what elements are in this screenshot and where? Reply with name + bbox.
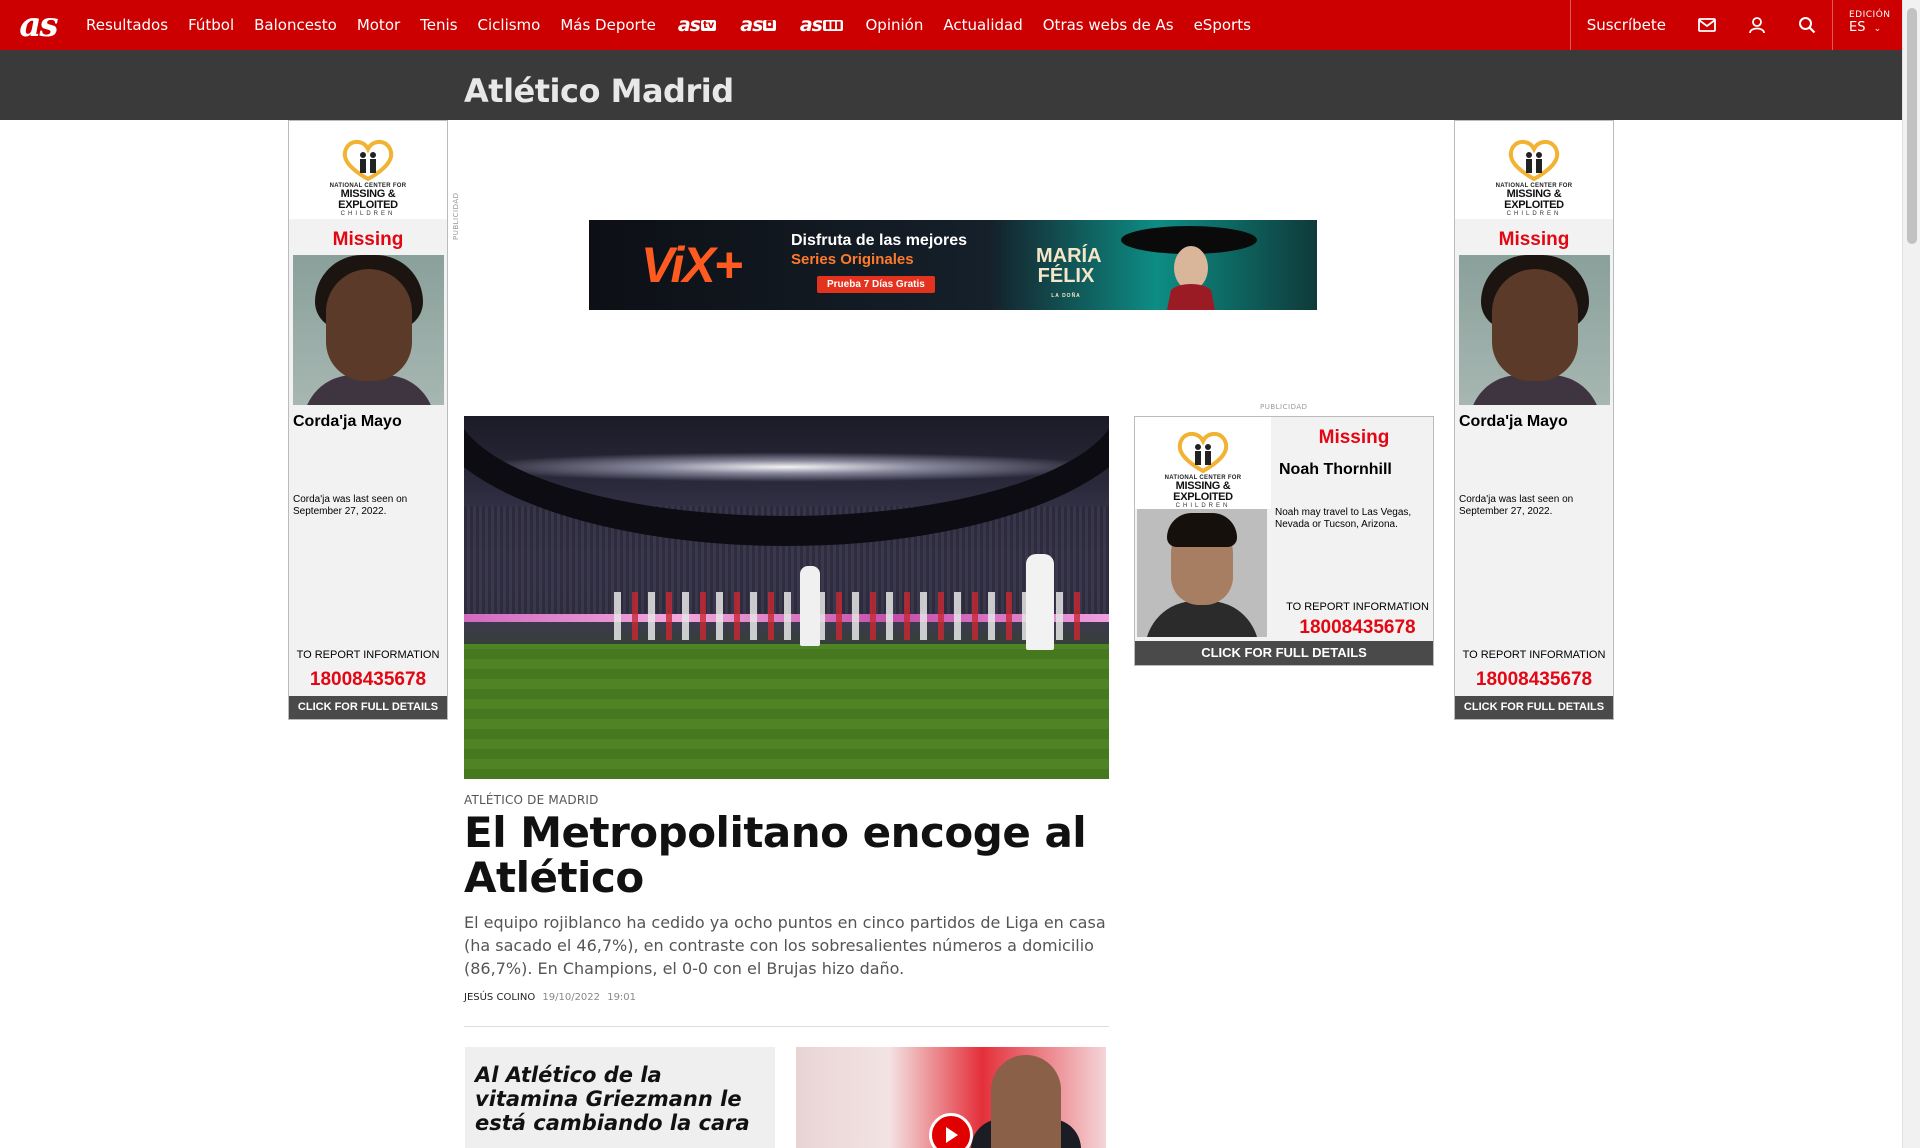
article-kicker[interactable]: ATLÉTICO DE MADRID: [464, 793, 599, 807]
ncmec-org-bottom: CHILDREN: [340, 211, 396, 217]
heart-family-icon: [1177, 432, 1229, 474]
full-details-button[interactable]: CLICK FOR FULL DETAILS: [1455, 696, 1613, 719]
page-scrollbar[interactable]: [1902, 0, 1920, 1148]
banner-cta-button[interactable]: Prueba 7 Días Gratis: [817, 276, 935, 293]
subscribe-link[interactable]: Suscríbete: [1569, 0, 1682, 50]
report-phone[interactable]: 18008435678: [1285, 617, 1430, 639]
report-info-label: TO REPORT INFORMATION: [1286, 601, 1429, 613]
user-icon[interactable]: [1732, 0, 1782, 50]
nav-link-actualidad[interactable]: Actualidad: [933, 16, 1032, 34]
missing-person-photo: [1459, 255, 1610, 405]
edition-selector[interactable]: EDICIÓN ES ⌄: [1832, 0, 1902, 50]
related-article-title[interactable]: Al Atlético de la vitamina Griezmann le …: [475, 1063, 765, 1135]
nav-link-otras-webs[interactable]: Otras webs de As: [1033, 16, 1184, 34]
nav-actions: Suscríbete EDICIÓN ES ⌄: [1569, 0, 1902, 50]
as-logo[interactable]: as: [0, 0, 76, 50]
full-details-button[interactable]: CLICK FOR FULL DETAILS: [1135, 641, 1433, 665]
missing-label: Missing: [1318, 427, 1390, 448]
edition-value: ES: [1849, 20, 1866, 35]
missing-person-name: Corda'ja Mayo: [293, 413, 402, 430]
missing-person-desc: Noah may travel to Las Vegas, Nevada or …: [1275, 507, 1412, 530]
ncmec-org-main2: EXPLOITED: [1504, 199, 1564, 211]
nav-link-tenis[interactable]: Tenis: [410, 16, 467, 34]
advertising-label-vertical: PUBLICIDAD: [452, 192, 460, 240]
missing-label: Missing: [1498, 229, 1570, 250]
ncmec-org-main2: EXPLOITED: [338, 199, 398, 211]
ncmec-logo: NATIONAL CENTER FOR MISSING & EXPLOITED …: [1455, 121, 1613, 219]
main-menu: Resultados Fútbol Baloncesto Motor Tenis…: [76, 0, 1261, 50]
article-date: 19/10/2022: [542, 992, 601, 1003]
missing-person-desc: Corda'ja was last seen on September 27, …: [293, 494, 408, 517]
audio-wave-icon: ▮▮▮: [822, 20, 844, 31]
article-summary: El equipo rojiblanco ha cedido ya ocho p…: [464, 913, 1106, 978]
edition-label: EDICIÓN: [1849, 10, 1891, 20]
banner-line1: Disfruta de las mejores: [791, 232, 968, 249]
missing-child-ad-right[interactable]: NATIONAL CENTER FOR MISSING & EXPLOITED …: [1454, 120, 1614, 720]
nav-link-esports[interactable]: eSports: [1184, 16, 1261, 34]
nav-link-futbol[interactable]: Fútbol: [178, 16, 244, 34]
as-tv-link[interactable]: as tv: [666, 14, 728, 36]
related-article-card[interactable]: Al Atlético de la vitamina Griezmann le …: [465, 1047, 775, 1148]
heart-family-icon: [342, 140, 394, 182]
search-icon[interactable]: [1782, 0, 1832, 50]
as-podcast-label: as: [799, 14, 823, 36]
ncmec-org-main2: EXPLOITED: [1173, 491, 1233, 503]
mail-icon[interactable]: [1682, 0, 1732, 50]
ncmec-org-bottom: CHILDREN: [1506, 211, 1562, 217]
article-time: 19:01: [607, 992, 637, 1003]
as-podcast-link[interactable]: as ▮▮▮: [788, 14, 856, 36]
missing-person-name: Noah Thornhill: [1279, 461, 1392, 478]
section-header: Atlético Madrid: [0, 50, 1902, 120]
missing-person-name: Corda'ja Mayo: [1459, 413, 1568, 430]
vix-banner-ad[interactable]: ViX+ Disfruta de las mejores Series Orig…: [589, 220, 1317, 310]
vix-logo: ViX+: [641, 237, 743, 293]
report-info-label: TO REPORT INFORMATION: [296, 649, 440, 661]
banner-woman-image: [1121, 226, 1257, 310]
as-tv-badge: tv: [700, 20, 717, 31]
article-author[interactable]: JESÚS COLINO: [464, 992, 535, 1003]
report-info-label: TO REPORT INFORMATION: [1462, 649, 1606, 661]
missing-person-photo: [1137, 509, 1267, 637]
article-byline: JESÚS COLINO 19/10/2022 19:01: [464, 992, 636, 1003]
nav-link-baloncesto[interactable]: Baloncesto: [244, 16, 347, 34]
report-phone[interactable]: 18008435678: [1455, 669, 1613, 691]
chevron-down-icon: ⌄: [1873, 24, 1882, 34]
report-phone[interactable]: 18008435678: [289, 669, 447, 691]
missing-person-desc: Corda'ja was last seen on September 27, …: [1459, 494, 1574, 517]
video-card[interactable]: [796, 1047, 1106, 1148]
as-tv-label: as: [677, 14, 701, 36]
ncmec-logo: NATIONAL CENTER FOR MISSING & EXPLOITED …: [1135, 417, 1271, 509]
divider: [464, 1026, 1109, 1027]
as-photo-label: as: [740, 14, 763, 36]
play-icon[interactable]: [929, 1113, 973, 1148]
banner-show-title: MARÍA FÉLIX LA DOÑA: [1036, 245, 1102, 306]
top-navigation-bar: as Resultados Fútbol Baloncesto Motor Te…: [0, 0, 1902, 50]
missing-label: Missing: [332, 229, 404, 250]
as-photo-link[interactable]: as ◘: [728, 14, 788, 36]
ncmec-logo: NATIONAL CENTER FOR MISSING & EXPLOITED …: [289, 121, 447, 219]
advertising-label: PUBLICIDAD: [1260, 403, 1308, 411]
heart-family-icon: [1508, 140, 1560, 182]
camera-icon: ◘: [763, 20, 776, 31]
missing-child-ad-left[interactable]: NATIONAL CENTER FOR MISSING & EXPLOITED …: [288, 120, 448, 720]
nav-link-motor[interactable]: Motor: [347, 16, 410, 34]
nav-link-resultados[interactable]: Resultados: [76, 16, 178, 34]
article-headline[interactable]: El Metropolitano encoge al Atlético: [464, 810, 1124, 900]
article-hero-image[interactable]: [464, 416, 1109, 779]
section-title[interactable]: Atlético Madrid: [464, 72, 734, 110]
full-details-button[interactable]: CLICK FOR FULL DETAILS: [289, 696, 447, 719]
banner-line2: Series Originales: [791, 251, 914, 268]
banner-show-sub: LA DOÑA: [1051, 293, 1081, 299]
missing-child-box-ad[interactable]: NATIONAL CENTER FOR MISSING & EXPLOITED …: [1134, 416, 1434, 666]
nav-link-opinion[interactable]: Opinión: [855, 16, 933, 34]
nav-link-ciclismo[interactable]: Ciclismo: [468, 16, 551, 34]
missing-person-photo: [293, 255, 444, 405]
banner-show-name: MARÍA FÉLIX: [1036, 245, 1102, 287]
nav-link-mas-deporte[interactable]: Más Deporte: [550, 16, 665, 34]
scrollbar-thumb[interactable]: [1907, 8, 1917, 244]
